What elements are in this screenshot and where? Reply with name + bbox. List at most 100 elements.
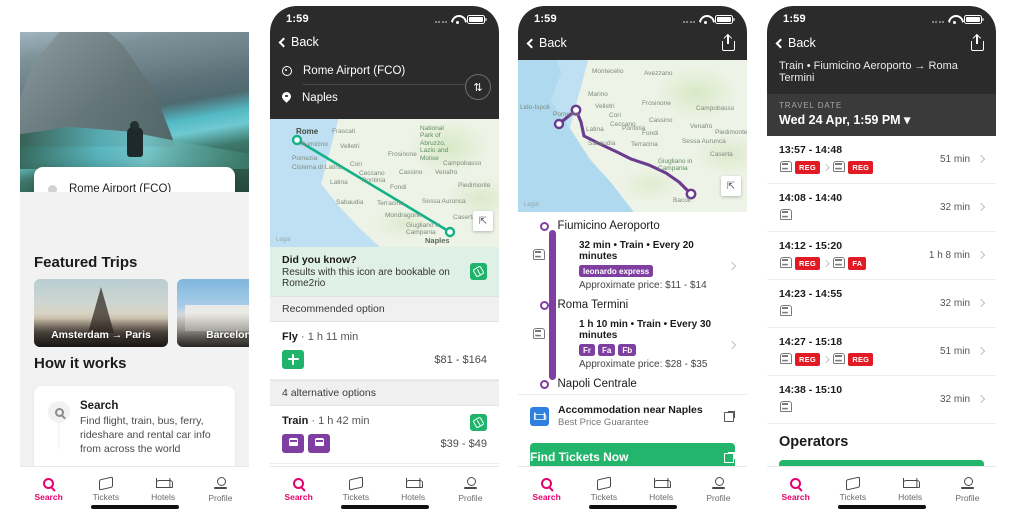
tab-tickets[interactable]: Tickets: [824, 472, 881, 502]
back-button[interactable]: Back: [526, 36, 567, 50]
tab-profile[interactable]: Profile: [690, 471, 747, 503]
departure-row[interactable]: 13:57 - 14:48 REG REG 51 min: [767, 136, 996, 184]
back-button[interactable]: Back: [775, 36, 816, 50]
tab-label: Tickets: [342, 491, 370, 502]
train-icon: [779, 401, 792, 414]
tab-hotels[interactable]: Hotels: [385, 472, 442, 502]
status-time: 1:59: [286, 13, 309, 25]
chevron-right-icon: [822, 356, 830, 363]
tab-tickets[interactable]: Tickets: [327, 472, 384, 502]
results-map[interactable]: Rome Frascati Velletri Fiumicino Pomezia…: [270, 119, 499, 247]
departure-row[interactable]: 14:12 - 15:20 REG FA 1 h 8 min: [767, 232, 996, 280]
map-label: Cori: [609, 112, 621, 119]
featured-trips-title: Featured Trips: [34, 254, 138, 271]
tab-profile[interactable]: Profile: [442, 471, 499, 503]
accommodation-title: Accommodation near Naples: [558, 404, 703, 416]
timeline-stop: Roma Termini: [518, 297, 747, 313]
tab-label: Search: [284, 491, 313, 502]
map-legal-label[interactable]: Legal: [524, 202, 539, 208]
stop-name: Napoli Centrale: [557, 378, 637, 390]
route-detail-scroll-area[interactable]: Montecelio Avezzano Marino Velletri Fros…: [518, 60, 747, 466]
operator-badge: FA: [848, 257, 867, 270]
tab-bar: Search Tickets Hotels Profile: [270, 466, 499, 513]
travel-date-selector[interactable]: TRAVEL DATE Wed 24 Apr, 1:59 PM ▾: [767, 94, 996, 136]
map-label: Marino: [588, 91, 608, 98]
timeline-leg[interactable]: 1 h 10 min • Train • Every 30 minutes Fr…: [518, 313, 747, 376]
map-label: Venafro: [690, 123, 713, 130]
origin-field[interactable]: Rome Airport (FCO): [34, 176, 235, 192]
search-icon: [43, 477, 55, 489]
tab-label: Hotels: [401, 491, 426, 502]
swap-vertical-icon[interactable]: ⇅: [465, 74, 491, 100]
tab-search[interactable]: Search: [767, 472, 824, 502]
expand-map-button[interactable]: ⇱: [721, 176, 741, 196]
featured-trips-carousel[interactable]: Amsterdam → Paris Barcelona → M: [20, 279, 249, 347]
map-label: Terracina: [631, 141, 658, 148]
wifi-icon: [451, 15, 463, 24]
back-label: Back: [788, 36, 816, 50]
map-label: Latina: [586, 126, 604, 133]
timeline-leg[interactable]: 32 min • Train • Every 20 minutes leonar…: [518, 234, 747, 297]
tab-search[interactable]: Search: [20, 472, 77, 502]
travel-date-value: Wed 24 Apr, 1:59 PM ▾: [779, 113, 911, 127]
home-scroll-area[interactable]: Rome Airport (FCO) Naples Featured Tri: [20, 32, 249, 466]
departure-row[interactable]: 14:23 - 14:55 32 min: [767, 280, 996, 328]
share-icon[interactable]: [722, 35, 735, 51]
destination-field[interactable]: Naples: [282, 85, 487, 111]
departure-row[interactable]: 14:38 - 15:10 32 min: [767, 376, 996, 424]
map-label: Venafro: [435, 169, 458, 176]
tab-tickets[interactable]: Tickets: [77, 472, 134, 502]
find-tickets-button[interactable]: Find Tickets Now: [530, 443, 735, 466]
departure-row[interactable]: 14:08 - 14:40 32 min: [767, 184, 996, 232]
map-label: Lido-Ispoli: [520, 104, 550, 111]
chevron-right-icon: [976, 202, 986, 212]
map-label: Frosinone: [388, 151, 417, 158]
tab-search[interactable]: Search: [270, 472, 327, 502]
featured-trip-card[interactable]: Barcelona → M: [177, 279, 249, 347]
search-icon: [541, 477, 553, 489]
status-bar: 1:59: [767, 6, 996, 32]
wifi-icon: [948, 15, 960, 24]
leg-price: Approximate price: $28 - $35: [579, 359, 708, 370]
hero-person-silhouette: [126, 121, 143, 157]
map-label: Naples: [425, 236, 450, 245]
back-label: Back: [291, 35, 319, 49]
departure-row[interactable]: 14:27 - 15:18 REG REG 51 min: [767, 328, 996, 376]
departure-time: 14:08 - 14:40: [779, 192, 843, 204]
tab-profile[interactable]: Profile: [192, 471, 249, 503]
phone-4-departures: 1:59 Back Train • Fiumicino Aeroporto → …: [767, 6, 996, 513]
back-button[interactable]: Back: [278, 35, 319, 49]
hotel-bed-icon: [902, 477, 920, 489]
departures-scroll-area[interactable]: 13:57 - 14:48 REG REG 51 min 14:08 - 14:…: [767, 136, 996, 466]
map-label: Fiumicino: [300, 141, 328, 148]
map-label: Sessa Aurunca: [422, 198, 466, 205]
result-option-fly[interactable]: Fly · 1 h 11 min $81 - $164: [270, 322, 499, 380]
hotel-bed-icon: [405, 477, 423, 489]
featured-trip-card[interactable]: Amsterdam → Paris: [34, 279, 168, 347]
tab-hotels[interactable]: Hotels: [135, 472, 192, 502]
route-detail-map[interactable]: Montecelio Avezzano Marino Velletri Fros…: [518, 60, 747, 212]
hotel-bed-icon: [530, 406, 549, 426]
tab-tickets[interactable]: Tickets: [575, 472, 632, 502]
map-label: Cisterna di Latina: [292, 164, 343, 171]
did-you-know-banner: Did you know? Results with this icon are…: [270, 247, 499, 296]
map-label: Ceccano: [359, 170, 385, 177]
accommodation-row[interactable]: Accommodation near Naples Best Price Gua…: [518, 394, 747, 437]
tab-label: Tickets: [839, 491, 867, 502]
tab-label: Hotels: [151, 491, 176, 502]
status-bar: 1:59: [20, 6, 249, 32]
tab-hotels[interactable]: Hotels: [882, 472, 939, 502]
option-meta: $81 - $164: [282, 350, 487, 369]
share-icon[interactable]: [971, 35, 984, 51]
map-legal-label[interactable]: Legal: [276, 237, 291, 243]
tab-hotels[interactable]: Hotels: [633, 472, 690, 502]
bookable-icon: [470, 414, 487, 431]
origin-field[interactable]: Rome Airport (FCO): [282, 58, 487, 84]
tab-profile[interactable]: Profile: [939, 471, 996, 503]
departures-header: 1:59 Back Train • Fiumicino Aeroporto → …: [767, 6, 996, 94]
expand-map-button[interactable]: ⇱: [473, 211, 493, 231]
result-option-train[interactable]: Train · 1 h 42 min $39 - $49: [270, 406, 499, 464]
tab-search[interactable]: Search: [518, 472, 575, 502]
option-duration: 1 h 42 min: [318, 415, 370, 427]
results-scroll-area[interactable]: Rome Frascati Velletri Fiumicino Pomezia…: [270, 119, 499, 466]
